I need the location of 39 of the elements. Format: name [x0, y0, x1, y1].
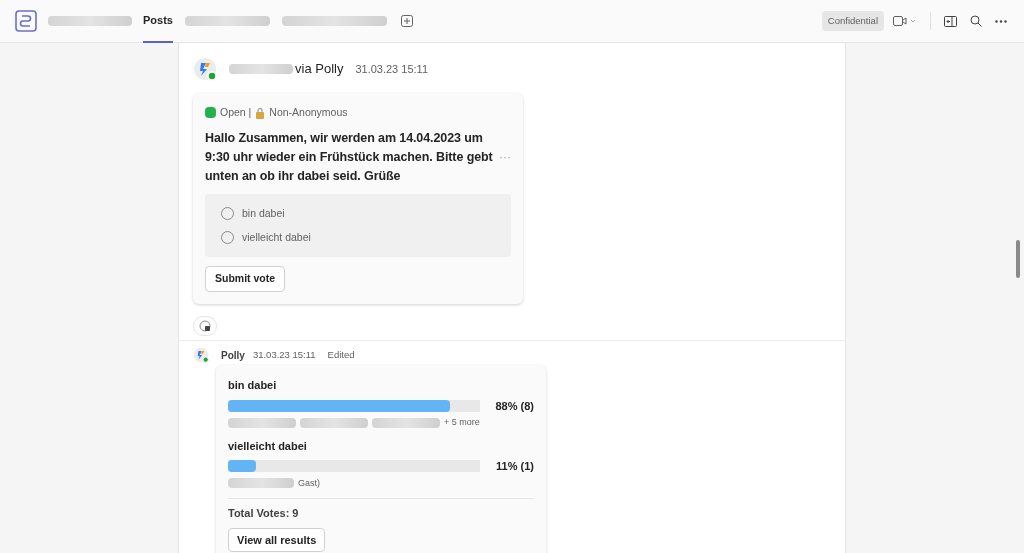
video-call-icon[interactable] — [893, 15, 917, 27]
timestamp: 31.03.23 15:11 — [355, 61, 428, 77]
result-percentage: 88% (8) — [494, 398, 534, 414]
redacted-text — [228, 478, 294, 489]
timestamp: 31.03.23 15:11 — [252, 347, 316, 362]
channel-tab[interactable]: Posts — [143, 0, 173, 43]
option-label: vielleicht dabei — [228, 438, 308, 454]
redacted-text — [229, 64, 293, 74]
search-icon[interactable] — [970, 15, 982, 27]
add-reaction-button[interactable] — [193, 316, 217, 336]
open-status-icon — [205, 107, 216, 119]
poll-question: Hallo Zusammen, wir werden am 14.04.2023 um 9:30 uhr wieder ein Frühstück machen. Bitte gebt unten an ob ihr dabei seid. Grüße — [205, 129, 494, 185]
redacted-text — [300, 417, 368, 428]
poll-option[interactable]: bin dabei — [221, 205, 495, 222]
total-votes: Total Votes: 9 — [228, 506, 300, 521]
voters-label: + 5 more — [444, 416, 480, 429]
author-name: Polly — [221, 348, 245, 363]
redacted-text — [228, 417, 296, 428]
sensitivity-label: Confidential — [821, 10, 884, 32]
submit-vote-button[interactable]: Submit vote — [205, 266, 286, 292]
result-percentage: 11% (1) — [495, 459, 534, 474]
redacted-text — [372, 417, 440, 428]
option-label: bin dabei — [228, 378, 278, 393]
bot-avatar-icon — [193, 347, 209, 363]
emoji-icon — [199, 320, 211, 332]
anonymity-label: Non-Anonymous — [269, 105, 348, 120]
lock-icon — [255, 106, 266, 119]
more-icon[interactable] — [995, 19, 1007, 23]
side-panel-icon[interactable] — [944, 15, 957, 27]
add-tab-icon[interactable] — [400, 15, 413, 27]
view-all-results-button[interactable]: View all results — [228, 527, 326, 552]
poll-status: Open | — [220, 105, 252, 120]
edited-label: Edited — [327, 347, 355, 362]
app-logo-icon — [15, 10, 37, 32]
poll-option[interactable]: vielleicht dabei — [221, 229, 495, 246]
voters-label: Gast) — [298, 476, 320, 490]
scrollbar-thumb[interactable] — [1016, 240, 1020, 278]
bot-avatar-icon — [193, 57, 217, 81]
author-name: via Polly — [295, 60, 344, 79]
